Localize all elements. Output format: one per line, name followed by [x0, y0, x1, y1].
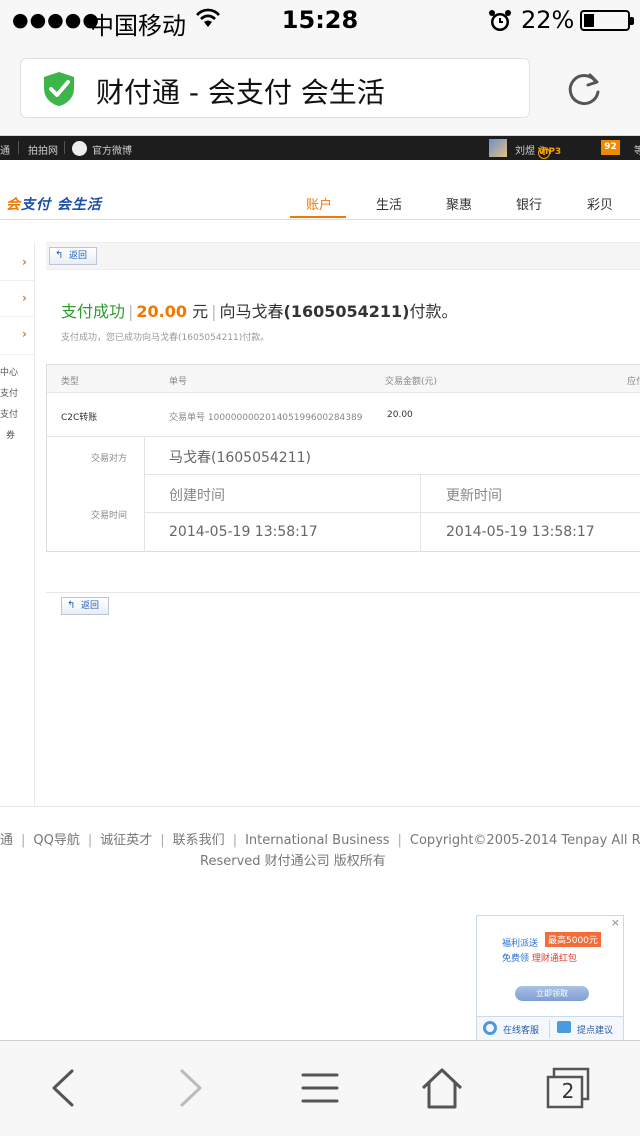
footer-link-cut[interactable]: 通 — [0, 833, 13, 848]
footer-link-contact[interactable]: 联系我们 — [173, 833, 225, 848]
vip-badge[interactable]: T VIP3 ⌄ — [538, 141, 561, 159]
amount-unit: 元 — [192, 302, 209, 321]
promo-bottom-bar: 在线客服 提点建议 — [477, 1016, 623, 1040]
created-time-label: 创建时间 — [169, 488, 225, 504]
online-service-icon — [483, 1021, 497, 1035]
nav-tab-bank[interactable]: 银行 — [516, 194, 542, 213]
table-header: 类型 单号 交易金额(元) 应付 — [47, 365, 640, 393]
nav-tab-life[interactable]: 生活 — [376, 194, 402, 213]
promo-line1: 福利派送 — [502, 939, 539, 949]
created-time-value: 2014-05-19 13:58:17 — [169, 524, 318, 540]
browser-toolbar: 2 — [0, 1040, 640, 1136]
col-order-no: 单号 — [169, 377, 188, 387]
back-arrow-icon: ↰ — [67, 600, 76, 611]
promo-line2: 免费领 理财通红包 — [502, 954, 577, 964]
payment-result-description: 支付成功，您已成功向马戈春(1605054211)付款。 — [61, 333, 270, 343]
footer-copyright: Copyright©2005-2014 Tenpay All Ri — [409, 833, 640, 848]
col-payable: 应付 — [627, 377, 640, 387]
message-count-badge[interactable]: 92 — [601, 140, 620, 155]
footer-link-intl-business[interactable]: International Business — [245, 833, 389, 848]
content-toolbar: ↰ 返回 — [46, 242, 640, 270]
counterparty-value: 马戈春(1605054211) — [169, 450, 311, 466]
feedback-link[interactable]: 提点建议 — [577, 1023, 613, 1036]
forward-nav-icon[interactable] — [166, 1063, 216, 1113]
footer-divider — [0, 806, 640, 807]
col-type: 类型 — [61, 377, 80, 387]
updated-time-value: 2014-05-19 13:58:17 — [446, 524, 595, 540]
back-arrow-icon: ↰ — [55, 250, 64, 261]
close-icon[interactable]: × — [611, 916, 620, 929]
success-text: 支付成功 — [61, 302, 126, 321]
row-type: C2C转账 — [61, 413, 98, 423]
footer-links: 通 | QQ导航 | 诚征英才 | 联系我们 | International Business |… — [0, 829, 640, 848]
secure-shield-icon — [44, 72, 74, 106]
topbar-link-weibo[interactable]: 官方微博 — [92, 142, 132, 157]
active-tab-indicator — [290, 216, 346, 218]
nav-tab-account[interactable]: 账户 — [306, 194, 332, 213]
url-field[interactable]: 财付通 - 会支付 会生活 — [20, 58, 530, 118]
sidebar-item-coupon[interactable]: 券 — [6, 428, 15, 441]
back-button-top[interactable]: ↰ 返回 — [49, 247, 97, 265]
sidebar-item-pay-1[interactable]: 支付 — [0, 386, 18, 399]
nav-tab-caibei[interactable]: 彩贝 — [587, 194, 613, 213]
transaction-table: 类型 单号 交易金额(元) 应付 C2C转账 交易单号 100000000201… — [46, 364, 640, 552]
weibo-icon — [72, 141, 87, 156]
footer-copyright-line2: Reserved 财付通公司 版权所有 — [200, 854, 386, 869]
row-order-no: 交易单号 1000000002014051996002843​89 — [169, 413, 363, 423]
home-icon[interactable] — [417, 1063, 467, 1113]
sidebar-chevron-icon[interactable]: › — [22, 291, 27, 305]
sidebar-chevron-icon[interactable]: › — [22, 327, 27, 341]
counterparty-label: 交易对方 — [91, 454, 128, 464]
vip-label: VIP3 — [538, 147, 562, 157]
page-title: 财付通 - 会支付 会生活 — [96, 76, 385, 109]
content-divider — [46, 592, 640, 593]
time-label: 交易时间 — [91, 511, 128, 521]
col-amount: 交易金额(元) — [385, 377, 438, 387]
row-amount: 20.00 — [387, 410, 413, 420]
topbar-link-tenpay[interactable]: 通 — [0, 142, 10, 157]
sidebar-item-pay-2[interactable]: 支付 — [0, 407, 18, 420]
tenpay-logo[interactable]: 会支付 会生活 — [6, 194, 102, 214]
claim-now-button[interactable]: 立即领取 — [515, 986, 589, 1001]
promo-highlight-badge: 最高5000元 — [545, 932, 601, 947]
nav-tab-deals[interactable]: 聚惠 — [446, 194, 472, 213]
online-service-link[interactable]: 在线客服 — [503, 1023, 539, 1036]
alarm-icon — [489, 10, 511, 31]
browser-address-bar: 财付通 - 会支付 会生活 — [0, 40, 640, 136]
sidebar-chevron-icon[interactable]: › — [22, 255, 27, 269]
status-bar: ●●●●● 中国移动 15:28 22% — [0, 0, 640, 40]
payee-text: 向马戈春(1605054211)付款。 — [219, 302, 458, 321]
back-nav-icon[interactable] — [38, 1063, 88, 1113]
feedback-icon — [557, 1021, 571, 1033]
sidebar: › › › 中心 支付 支付 券 — [0, 242, 35, 807]
site-header: 会支付 会生活 账户 生活 聚惠 银行 彩贝 — [0, 160, 640, 220]
payment-result-headline: 支付成功 | 20.00 元 | 向马戈春(1605054211)付款。 — [61, 302, 458, 321]
site-topbar: 通 拍拍网 官方微博 刘煜 T VIP3 ⌄ 92 等 — [0, 136, 640, 160]
footer-link-careers[interactable]: 诚征英才 — [100, 833, 152, 848]
updated-time-label: 更新时间 — [446, 488, 502, 504]
sidebar-item-center[interactable]: 中心 — [0, 365, 18, 378]
battery-icon — [580, 10, 634, 31]
reload-icon[interactable] — [566, 70, 604, 108]
promo-widget: × 福利派送 最高5000元 免费领 理财通红包 立即领取 在线客服 提点建议 — [476, 915, 624, 1040]
battery-percent: 22% — [521, 6, 575, 34]
reading-list-icon[interactable] — [295, 1063, 345, 1113]
paid-amount: 20.00 — [136, 302, 188, 321]
user-avatar[interactable] — [489, 139, 507, 157]
tabs-count: 2 — [561, 1079, 575, 1103]
footer-link-qq-nav[interactable]: QQ导航 — [33, 833, 79, 848]
topbar-right-cut[interactable]: 等 — [634, 142, 640, 157]
user-name[interactable]: 刘煜 — [515, 142, 535, 157]
topbar-link-paipai[interactable]: 拍拍网 — [28, 142, 58, 157]
back-button-bottom[interactable]: ↰ 返回 — [61, 597, 109, 615]
